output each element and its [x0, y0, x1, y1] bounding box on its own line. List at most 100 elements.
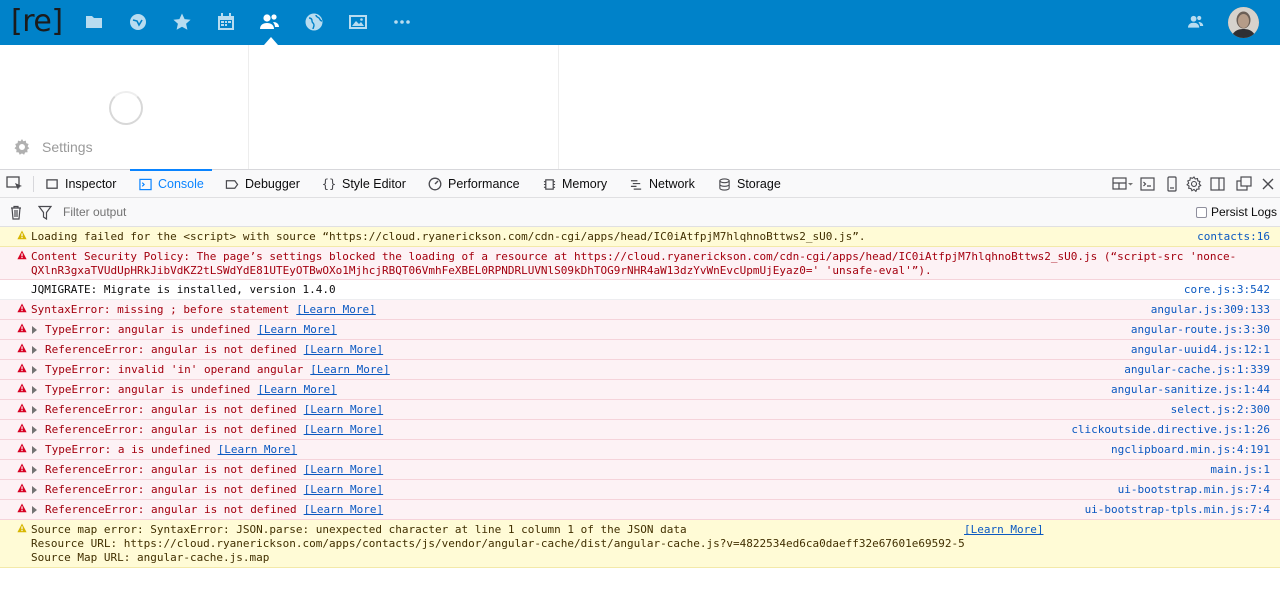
source-location-link[interactable]: angular-cache.js:1:339 — [1124, 363, 1270, 377]
source-location-link[interactable]: ui-bootstrap-tpls.min.js:7:4 — [1085, 503, 1270, 517]
console-message-error[interactable]: TypeError: invalid 'in' operand angular [… — [0, 360, 1280, 380]
dock-side-icon[interactable] — [1210, 176, 1226, 192]
tab-console[interactable]: Console — [130, 169, 212, 198]
source-location-link[interactable]: ngclipboard.min.js:4:191 — [1111, 443, 1270, 457]
persist-logs-box[interactable] — [1196, 206, 1207, 218]
message-text: ReferenceError: angular is not defined [L… — [45, 463, 383, 477]
source-location-link[interactable]: contacts:16 — [1197, 230, 1270, 244]
contacts-menu-icon[interactable] — [1185, 11, 1207, 33]
app-logo[interactable]: [re] — [11, 2, 63, 42]
separate-window-icon[interactable] — [1236, 176, 1252, 192]
activity-icon[interactable] — [127, 11, 149, 33]
expand-arrow-icon[interactable] — [32, 386, 37, 394]
message-body: TypeError: a is undefined — [45, 443, 211, 456]
favorites-icon[interactable] — [171, 11, 193, 33]
frame-select-icon[interactable] — [1112, 176, 1134, 192]
persist-logs-checkbox[interactable]: Persist Logs — [1196, 205, 1277, 219]
console-message-error[interactable]: Content Security Policy: The page’s sett… — [0, 247, 1280, 280]
avatar[interactable] — [1228, 7, 1259, 38]
toolbar-divider — [33, 176, 34, 192]
expand-arrow-icon[interactable] — [32, 426, 37, 434]
learn-more-link[interactable]: [Learn More] — [964, 523, 1043, 537]
expand-arrow-icon[interactable] — [32, 406, 37, 414]
responsive-design-icon[interactable] — [1164, 176, 1180, 192]
tab-network[interactable]: Network — [629, 170, 695, 198]
tab-performance[interactable]: Performance — [428, 170, 520, 198]
contacts-list — [249, 45, 559, 169]
tab-memory[interactable]: Memory — [542, 170, 607, 198]
app-content: Settings — [0, 45, 1280, 169]
filter-output-input[interactable] — [58, 202, 958, 222]
source-location-link[interactable]: angular-uuid4.js:12:1 — [1131, 343, 1270, 357]
tab-label: Memory — [562, 177, 608, 191]
settings-button[interactable]: Settings — [14, 139, 93, 155]
calendar-icon[interactable] — [215, 11, 237, 33]
console-message-error[interactable]: ReferenceError: angular is not defined [L… — [0, 460, 1280, 480]
source-location-link[interactable]: core.js:3:542 — [1184, 283, 1270, 297]
warning-icon — [17, 523, 27, 533]
console-message-error[interactable]: ReferenceError: angular is not defined [L… — [0, 480, 1280, 500]
console-message-warning[interactable]: Source map error: SyntaxError: JSON.pars… — [0, 520, 1280, 568]
learn-more-link[interactable]: [Learn More] — [304, 503, 383, 516]
tab-inspector[interactable]: Inspector — [45, 170, 116, 198]
console-message-error[interactable]: TypeError: angular is undefined [Learn Mo… — [0, 320, 1280, 340]
expand-arrow-icon[interactable] — [32, 366, 37, 374]
console-message-log[interactable]: JQMIGRATE: Migrate is installed, version… — [0, 280, 1280, 300]
console-message-error[interactable]: TypeError: a is undefined [Learn More] ngc… — [0, 440, 1280, 460]
contacts-icon[interactable] — [259, 11, 281, 33]
source-location-link[interactable]: select.js:2:300 — [1171, 403, 1270, 417]
more-icon[interactable] — [391, 11, 413, 33]
expand-arrow-icon[interactable] — [32, 466, 37, 474]
console-message-error[interactable]: ReferenceError: angular is not defined [L… — [0, 420, 1280, 440]
tab-label: Storage — [737, 177, 781, 191]
source-location-link[interactable]: angular-sanitize.js:1:44 — [1111, 383, 1270, 397]
source-location-link[interactable]: angular.js:309:133 — [1151, 303, 1270, 317]
learn-more-link[interactable]: [Learn More] — [304, 343, 383, 356]
tab-label: Performance — [448, 177, 520, 191]
console-message-error[interactable]: TypeError: angular is undefined [Learn Mo… — [0, 380, 1280, 400]
error-icon — [17, 250, 27, 260]
console-message-error[interactable]: SyntaxError: missing ; before statement [… — [0, 300, 1280, 320]
message-body: TypeError: angular is undefined — [45, 383, 251, 396]
persist-logs-label: Persist Logs — [1211, 205, 1278, 219]
close-icon[interactable] — [1260, 176, 1276, 192]
social-icon[interactable] — [303, 11, 325, 33]
message-body: Content Security Policy: The page’s sett… — [31, 250, 1237, 277]
element-picker-icon[interactable] — [6, 176, 24, 192]
expand-arrow-icon[interactable] — [32, 486, 37, 494]
error-icon — [17, 443, 27, 453]
learn-more-link[interactable]: [Learn More] — [304, 483, 383, 496]
learn-more-link[interactable]: [Learn More] — [218, 443, 297, 456]
source-location-link[interactable]: main.js:1 — [1210, 463, 1270, 477]
tab-storage[interactable]: Storage — [717, 170, 781, 198]
learn-more-link[interactable]: [Learn More] — [304, 463, 383, 476]
split-console-icon[interactable] — [1140, 176, 1156, 192]
tab-debugger[interactable]: Debugger — [225, 170, 300, 198]
expand-arrow-icon[interactable] — [32, 446, 37, 454]
message-body: SyntaxError: missing ; before statement — [31, 303, 290, 316]
learn-more-link[interactable]: [Learn More] — [257, 383, 336, 396]
source-location-link[interactable]: clickoutside.directive.js:1:26 — [1071, 423, 1270, 437]
learn-more-link[interactable]: [Learn More] — [296, 303, 375, 316]
gallery-icon[interactable] — [347, 11, 369, 33]
expand-arrow-icon[interactable] — [32, 326, 37, 334]
console-message-error[interactable]: ReferenceError: angular is not defined [L… — [0, 400, 1280, 420]
console-message-warning[interactable]: Loading failed for the <script> with sou… — [0, 227, 1280, 247]
settings-gear-icon[interactable] — [1186, 176, 1202, 193]
message-text: Source map error: SyntaxError: JSON.pars… — [31, 523, 965, 565]
learn-more-link[interactable]: [Learn More] — [304, 403, 383, 416]
clear-console-icon[interactable] — [9, 205, 23, 220]
learn-more-link[interactable]: [Learn More] — [310, 363, 389, 376]
expand-arrow-icon[interactable] — [32, 346, 37, 354]
expand-arrow-icon[interactable] — [32, 506, 37, 514]
console-message-error[interactable]: ReferenceError: angular is not defined [L… — [0, 340, 1280, 360]
message-body: TypeError: invalid 'in' operand angular — [45, 363, 304, 376]
source-location-link[interactable]: angular-route.js:3:30 — [1131, 323, 1270, 337]
files-icon[interactable] — [83, 11, 105, 33]
learn-more-link[interactable]: [Learn More] — [257, 323, 336, 336]
message-body: ReferenceError: angular is not defined — [45, 503, 297, 516]
source-location-link[interactable]: ui-bootstrap.min.js:7:4 — [1118, 483, 1270, 497]
tab-style-editor[interactable]: {} Style Editor — [322, 170, 406, 198]
console-message-error[interactable]: ReferenceError: angular is not defined [L… — [0, 500, 1280, 520]
learn-more-link[interactable]: [Learn More] — [304, 423, 383, 436]
